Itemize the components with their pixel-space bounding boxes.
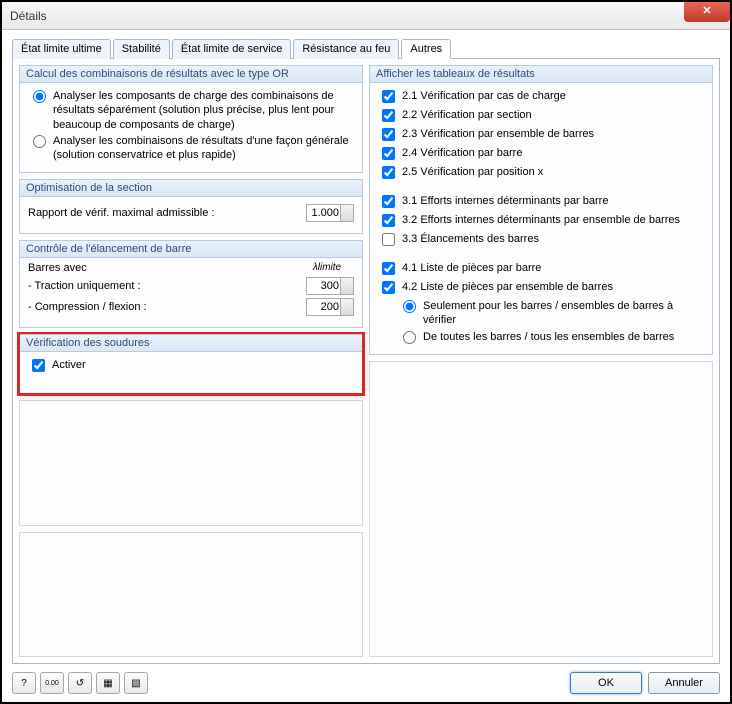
dialog-body: État limite ultime Stabilité État limite… <box>2 30 730 674</box>
tab-autres[interactable]: Autres <box>401 39 451 59</box>
close-button[interactable]: ✕ <box>684 2 730 22</box>
group-elancement: Contrôle de l'élancement de barre Barres… <box>19 240 363 328</box>
grid1-icon-button[interactable]: ▦ <box>96 672 120 694</box>
group-title: Afficher les tableaux de résultats <box>370 65 712 83</box>
radio-input[interactable] <box>403 300 416 313</box>
tab-etat-limite-ultime[interactable]: État limite ultime <box>12 39 111 59</box>
checkbox-input[interactable] <box>32 359 45 372</box>
checkbox-input[interactable] <box>382 109 395 122</box>
reset-icon: ↺ <box>76 678 84 689</box>
checkbox-input[interactable] <box>382 233 395 246</box>
precision-icon: 0.00 <box>45 680 59 687</box>
help-icon-button[interactable]: ? <box>12 672 36 694</box>
check-3-2[interactable]: 3.2 Efforts internes déterminants par en… <box>378 213 704 230</box>
group-title: Contrôle de l'élancement de barre <box>20 240 362 258</box>
icon-buttons: ? 0.00 ↺ ▦ ▧ <box>12 672 148 694</box>
dialog-buttons: OK Annuler <box>570 672 720 694</box>
grid-icon: ▧ <box>131 678 140 689</box>
tab-stabilite[interactable]: Stabilité <box>113 39 170 59</box>
traction-spinner[interactable]: 300 <box>306 277 354 295</box>
right-column: Afficher les tableaux de résultats 2.1 V… <box>369 65 713 657</box>
left-column: Calcul des combinaisons de résultats ave… <box>19 65 363 657</box>
check-2-5[interactable]: 2.5 Vérification par position x <box>378 165 704 182</box>
group-title: Calcul des combinaisons de résultats ave… <box>20 65 362 83</box>
footer: ? 0.00 ↺ ▦ ▧ OK Annuler <box>12 672 720 694</box>
traction-label: - Traction uniquement : <box>28 280 302 292</box>
group-optimisation: Optimisation de la section Rapport de vé… <box>19 179 363 234</box>
check-2-2[interactable]: 2.2 Vérification par section <box>378 108 704 125</box>
titlebar: Détails ✕ <box>2 2 730 30</box>
check-3-1[interactable]: 3.1 Efforts internes déterminants par ba… <box>378 194 704 211</box>
checkbox-input[interactable] <box>382 281 395 294</box>
ok-button[interactable]: OK <box>570 672 642 694</box>
radio-toutes-barres[interactable]: De toutes les barres / tous les ensemble… <box>398 330 704 344</box>
radio-analyser-general[interactable]: Analyser les combinaisons de résultats d… <box>28 134 354 163</box>
grid2-icon-button[interactable]: ▧ <box>124 672 148 694</box>
checkbox-input[interactable] <box>382 128 395 141</box>
lambda-label: λlimite <box>300 262 354 274</box>
tab-content: Calcul des combinaisons de résultats ave… <box>12 58 720 664</box>
radio-input[interactable] <box>403 331 416 344</box>
grid-icon: ▦ <box>103 678 112 689</box>
group-title: Optimisation de la section <box>20 179 362 197</box>
compression-label: - Compression / flexion : <box>28 301 302 313</box>
ratio-spinner[interactable]: 1.000 <box>306 204 354 222</box>
precision-icon-button[interactable]: 0.00 <box>40 672 64 694</box>
check-2-4[interactable]: 2.4 Vérification par barre <box>378 146 704 163</box>
checkbox-input[interactable] <box>382 147 395 160</box>
checkbox-input[interactable] <box>382 214 395 227</box>
radio-seulement-barres[interactable]: Seulement pour les barres / ensembles de… <box>398 299 704 328</box>
checkbox-input[interactable] <box>382 262 395 275</box>
check-2-3[interactable]: 2.3 Vérification par ensemble de barres <box>378 127 704 144</box>
checkbox-input[interactable] <box>382 90 395 103</box>
radio-analyser-separement[interactable]: Analyser les composants de charge des co… <box>28 89 354 132</box>
bars-label: Barres avec <box>28 262 300 274</box>
reset-icon-button[interactable]: ↺ <box>68 672 92 694</box>
checkbox-input[interactable] <box>382 166 395 179</box>
check-activer[interactable]: Activer <box>28 358 354 375</box>
group-afficher-tableaux: Afficher les tableaux de résultats 2.1 V… <box>369 65 713 355</box>
radio-input[interactable] <box>33 135 46 148</box>
tab-resistance-feu[interactable]: Résistance au feu <box>293 39 399 59</box>
group-calc-combinaisons: Calcul des combinaisons de résultats ave… <box>19 65 363 173</box>
checkbox-input[interactable] <box>382 195 395 208</box>
cancel-button[interactable]: Annuler <box>648 672 720 694</box>
check-3-3[interactable]: 3.3 Élancements des barres <box>378 232 704 249</box>
check-4-2[interactable]: 4.2 Liste de pièces par ensemble de barr… <box>378 280 704 297</box>
check-4-1[interactable]: 4.1 Liste de pièces par barre <box>378 261 704 278</box>
compression-spinner[interactable]: 200 <box>306 298 354 316</box>
radio-input[interactable] <box>33 90 46 103</box>
check-2-1[interactable]: 2.1 Vérification par cas de charge <box>378 89 704 106</box>
group-verification-soudures: Vérification des soudures Activer <box>19 334 363 394</box>
empty-panel-right <box>369 361 713 657</box>
empty-panel-left-2 <box>19 532 363 657</box>
tab-row: État limite ultime Stabilité État limite… <box>12 38 720 58</box>
group-title: Vérification des soudures <box>20 334 362 352</box>
tab-etat-limite-service[interactable]: État limite de service <box>172 39 291 59</box>
window-title: Détails <box>10 9 47 23</box>
help-icon: ? <box>21 678 27 689</box>
empty-panel-left-1 <box>19 400 363 525</box>
ratio-label: Rapport de vérif. maximal admissible : <box>28 207 302 219</box>
